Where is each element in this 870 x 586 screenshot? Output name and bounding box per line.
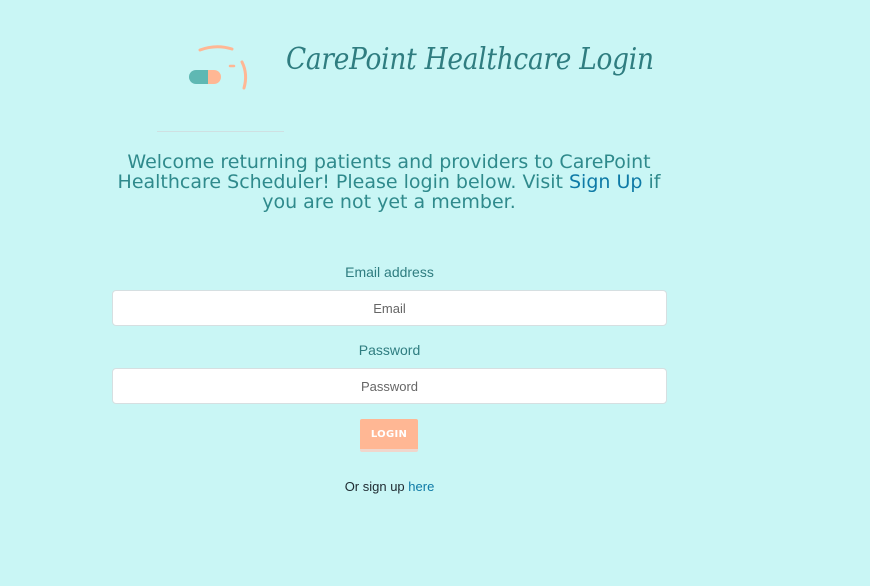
pill-capsule-icon xyxy=(189,45,248,90)
email-label: Email address xyxy=(345,264,434,280)
welcome-message: Welcome returning patients and providers… xyxy=(104,152,674,212)
email-input[interactable] xyxy=(112,290,667,326)
password-input[interactable] xyxy=(112,368,667,404)
sign-up-here-link[interactable]: here xyxy=(408,479,434,494)
login-button[interactable]: LOGIN xyxy=(360,419,418,452)
signup-prefix: Or sign up xyxy=(344,479,409,494)
signup-prompt: Or sign up here xyxy=(112,479,667,494)
password-label: Password xyxy=(358,342,421,358)
sign-up-link[interactable]: Sign Up xyxy=(569,171,642,193)
page-title: CarePoint Healthcare Login xyxy=(286,42,654,77)
header-divider xyxy=(157,131,284,132)
